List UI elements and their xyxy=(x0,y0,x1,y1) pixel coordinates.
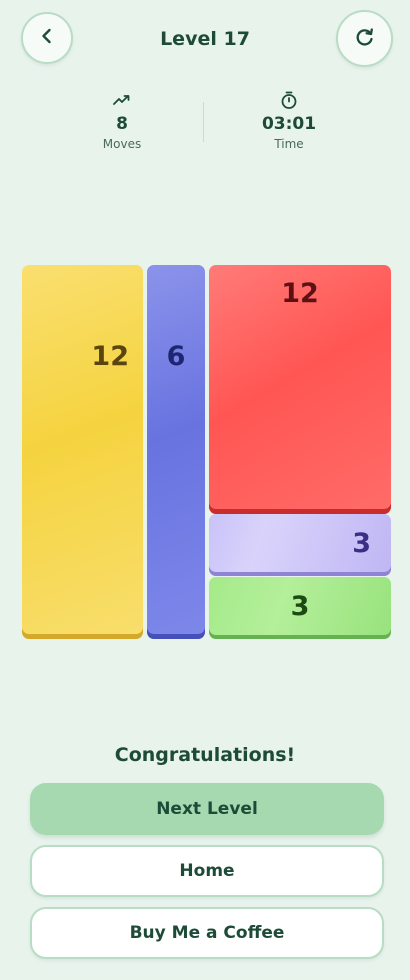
stats-divider xyxy=(203,102,204,142)
home-button[interactable]: Home xyxy=(30,845,384,897)
block-purple[interactable]: 3 xyxy=(209,514,391,576)
congratulations-message: Congratulations! xyxy=(114,744,296,766)
block-green[interactable]: 3 xyxy=(209,577,391,639)
refresh-icon xyxy=(354,26,376,52)
time-stat: 03:01 Time xyxy=(249,90,329,151)
buy-me-a-coffee-button[interactable]: Buy Me a Coffee xyxy=(30,907,384,959)
moves-label: Moves xyxy=(102,137,142,151)
moves-stat: 8 Moves xyxy=(82,90,162,151)
block-purple-value: 3 xyxy=(352,527,371,559)
stopwatch-icon xyxy=(249,90,329,110)
next-level-label: Next Level xyxy=(156,799,258,819)
block-yellow[interactable]: 12 xyxy=(22,265,143,639)
restart-button[interactable] xyxy=(336,10,393,67)
next-level-button[interactable]: Next Level xyxy=(30,783,384,835)
block-red-value: 12 xyxy=(281,278,319,309)
block-green-value: 3 xyxy=(290,590,310,622)
time-label: Time xyxy=(274,137,304,151)
home-label: Home xyxy=(179,861,235,881)
block-blue-value: 6 xyxy=(166,341,186,372)
buy-me-a-coffee-label: Buy Me a Coffee xyxy=(129,923,285,943)
block-red[interactable]: 12 xyxy=(209,265,391,514)
trending-up-icon xyxy=(82,90,162,110)
block-blue[interactable]: 6 xyxy=(147,265,205,639)
block-yellow-value: 12 xyxy=(91,341,129,372)
moves-value: 8 xyxy=(116,114,128,134)
time-value: 03:01 xyxy=(261,114,317,134)
